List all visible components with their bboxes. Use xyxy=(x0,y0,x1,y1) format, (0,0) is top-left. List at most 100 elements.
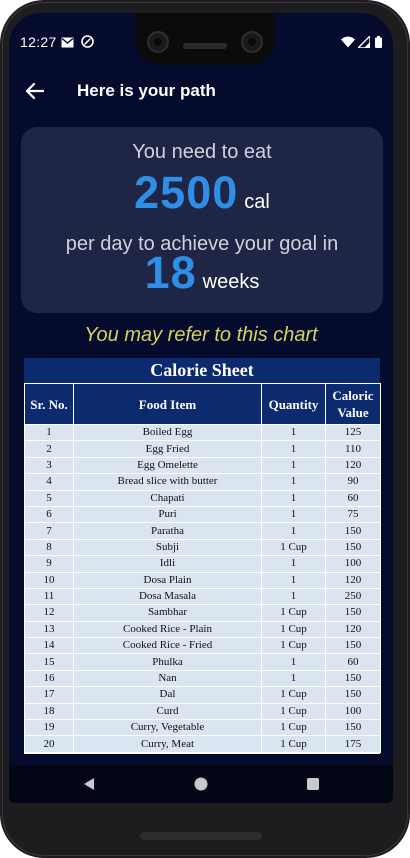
refer-chart-text: You may refer to this chart xyxy=(84,324,318,346)
camera-notch xyxy=(135,13,275,65)
cell-food-item: Dal xyxy=(73,686,262,704)
cell-food-item: Boiled Egg xyxy=(73,423,262,442)
table-row: 6 Puri 1 75 xyxy=(24,505,381,524)
cell-quantity: 1 xyxy=(261,653,326,671)
cell-food-item: Cooked Rice - Plain xyxy=(73,620,262,639)
cell-caloric-value: 150 xyxy=(325,719,381,737)
cell-quantity: 1 xyxy=(261,473,326,491)
table-row: 3 Egg Omelette 1 120 xyxy=(24,456,381,475)
cell-food-item: Phulka xyxy=(73,653,262,671)
back-triangle-icon[interactable] xyxy=(82,777,96,796)
cell-food-item: Curry, Meat xyxy=(73,735,262,753)
cell-caloric-value: 150 xyxy=(325,522,381,540)
cell-signal-icon xyxy=(356,34,372,49)
summary-intro-text: You need to eat xyxy=(132,141,272,163)
cell-quantity: 1 Cup xyxy=(261,637,326,655)
cell-food-item: Dosa Masala xyxy=(73,587,262,606)
home-circle-icon[interactable] xyxy=(194,777,208,796)
cell-sr-no: 4 xyxy=(24,473,74,491)
cell-quantity: 1 xyxy=(261,522,326,540)
wifi-icon xyxy=(341,35,355,48)
column-header-sr-no: Sr. No. xyxy=(24,383,74,425)
cell-sr-no: 20 xyxy=(24,735,74,753)
cell-caloric-value: 120 xyxy=(325,571,381,589)
cell-food-item: Cooked Rice - Fried xyxy=(73,637,262,655)
cell-caloric-value: 90 xyxy=(325,473,381,491)
cell-caloric-value: 150 xyxy=(325,669,381,688)
cell-quantity: 1 xyxy=(261,456,326,475)
app-bar: Here is your path xyxy=(9,69,393,113)
arrow-left-icon[interactable] xyxy=(23,79,47,103)
weeks-target: 18 weeks xyxy=(21,247,383,299)
table-row: 15 Phulka 1 60 xyxy=(24,653,381,671)
cell-quantity: 1 Cup xyxy=(261,686,326,704)
table-row: 8 Subji 1 Cup 150 xyxy=(24,538,381,557)
calorie-sheet-image: Calorie Sheet Sr. No. Food Item Quantity… xyxy=(24,358,381,754)
cell-caloric-value: 110 xyxy=(325,440,381,458)
column-header-quantity: Quantity xyxy=(261,383,326,425)
table-row: 12 Sambhar 1 Cup 150 xyxy=(24,604,381,622)
table-row: 16 Nan 1 150 xyxy=(24,669,381,688)
table-row: 4 Bread slice with butter 1 90 xyxy=(24,473,381,491)
cell-food-item: Curry, Vegetable xyxy=(73,719,262,737)
cell-quantity: 1 Cup xyxy=(261,620,326,639)
system-nav-bar xyxy=(9,765,393,803)
weeks-unit: weeks xyxy=(202,271,260,293)
cell-food-item: Paratha xyxy=(73,522,262,540)
table-header-row: Sr. No. Food Item Quantity Caloric Value xyxy=(24,383,381,425)
calorie-summary-card: You need to eat 2500 cal per day to achie… xyxy=(21,127,383,313)
cell-sr-no: 15 xyxy=(24,653,74,671)
cell-caloric-value: 150 xyxy=(325,604,381,622)
page-title: Here is your path xyxy=(77,81,216,100)
cell-sr-no: 8 xyxy=(24,538,74,557)
recents-square-icon[interactable] xyxy=(306,777,320,796)
cell-food-item: Subji xyxy=(73,538,262,557)
screen: 12:27 Here is your path You need to eat … xyxy=(9,13,393,803)
cell-sr-no: 7 xyxy=(24,522,74,540)
phone-frame: 12:27 Here is your path You need to eat … xyxy=(0,0,410,858)
cell-quantity: 1 Cup xyxy=(261,702,326,721)
status-time: 12:27 xyxy=(20,34,57,50)
cell-food-item: Sambhar xyxy=(73,604,262,622)
table-row: 20 Curry, Meat 1 Cup 175 xyxy=(24,735,381,753)
table-row: 17 Dal 1 Cup 150 xyxy=(24,686,381,704)
cell-quantity: 1 Cup xyxy=(261,604,326,622)
at-sign-icon xyxy=(81,35,95,48)
cell-sr-no: 2 xyxy=(24,440,74,458)
cell-caloric-value: 60 xyxy=(325,653,381,671)
table-row: 7 Paratha 1 150 xyxy=(24,522,381,540)
cell-caloric-value: 125 xyxy=(325,423,381,442)
weeks-value: 18 xyxy=(144,247,197,298)
cell-quantity: 1 xyxy=(261,587,326,606)
cell-food-item: Egg Fried xyxy=(73,440,262,458)
cell-sr-no: 16 xyxy=(24,669,74,688)
table-row: 2 Egg Fried 1 110 xyxy=(24,440,381,458)
cell-sr-no: 19 xyxy=(24,719,74,737)
cell-sr-no: 3 xyxy=(24,456,74,475)
table-row: 1 Boiled Egg 1 125 xyxy=(24,423,381,442)
cell-caloric-value: 120 xyxy=(325,456,381,475)
cell-food-item: Puri xyxy=(73,505,262,524)
cell-quantity: 1 xyxy=(261,489,326,507)
cell-sr-no: 5 xyxy=(24,489,74,507)
table-row: 9 Idli 1 100 xyxy=(24,555,381,573)
table-row: 14 Cooked Rice - Fried 1 Cup 150 xyxy=(24,637,381,655)
table-row: 19 Curry, Vegetable 1 Cup 150 xyxy=(24,719,381,737)
calorie-value: 2500 xyxy=(134,167,239,218)
calorie-target: 2500 cal xyxy=(21,167,383,219)
cell-sr-no: 17 xyxy=(24,686,74,704)
mail-icon xyxy=(61,35,75,48)
table-row: 10 Dosa Plain 1 120 xyxy=(24,571,381,589)
table-row: 11 Dosa Masala 1 250 xyxy=(24,587,381,606)
cell-caloric-value: 150 xyxy=(325,538,381,557)
cell-quantity: 1 xyxy=(261,505,326,524)
cell-caloric-value: 75 xyxy=(325,505,381,524)
cell-caloric-value: 150 xyxy=(325,686,381,704)
cell-quantity: 1 xyxy=(261,440,326,458)
cell-quantity: 1 xyxy=(261,571,326,589)
cell-caloric-value: 250 xyxy=(325,587,381,606)
cell-sr-no: 18 xyxy=(24,702,74,721)
cell-food-item: Chapati xyxy=(73,489,262,507)
cell-food-item: Nan xyxy=(73,669,262,688)
table-row: 5 Chapati 1 60 xyxy=(24,489,381,507)
